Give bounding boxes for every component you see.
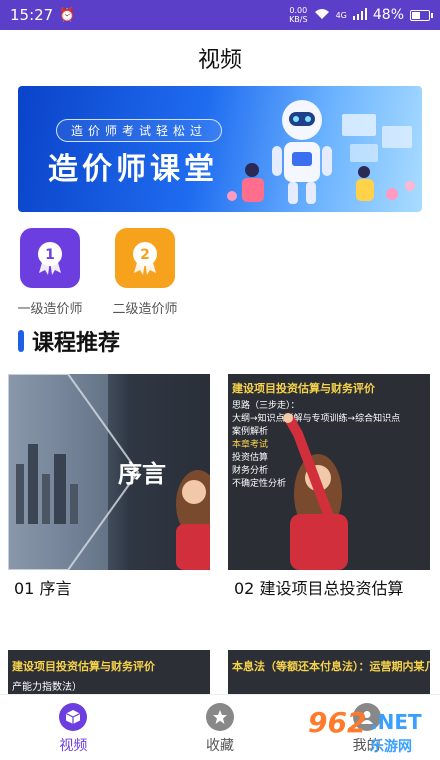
page-title: 视频 [197,48,242,73]
network-type: 4G [335,10,347,20]
tab-favorites[interactable]: 收藏 [147,695,294,760]
level2-badge-icon: 2 [115,228,175,288]
promo-banner[interactable]: 造价师考试轻松过 造价师课堂 [18,86,422,212]
level2-badge-number: 2 [140,247,150,263]
level1-badge-number: 1 [45,247,55,263]
net-speed-unit: KB/S [289,15,308,24]
course-title: 01 序言 [14,579,72,598]
category-level1-label: 一级造价师 [17,302,83,317]
tab-video[interactable]: 视频 [0,695,147,760]
battery-percent: 48% [372,7,404,23]
watermark-sub: 乐游网 [370,739,412,755]
alarm-icon: ⏰ [59,7,76,23]
watermark-number: 962 [308,706,367,739]
status-bar: 15:27 ⏰ 0.00 KB/S 4G 48% [0,0,440,30]
course-thumb-text: 序言 [118,460,166,488]
status-right: 0.00 KB/S 4G 48% [289,6,433,24]
course-card[interactable]: 序言 01 序言 [8,374,210,600]
level1-badge-icon: 1 [20,228,80,288]
section-title: 课程推荐 [32,331,121,356]
category-level2[interactable]: 2 二级造价师 [95,228,195,317]
section-accent-bar [18,330,24,352]
tab-video-label: 视频 [59,738,88,754]
thumb-line: 产能力指数法） [12,682,82,693]
section-header: 课程推荐 [18,325,120,357]
net-speed: 0.00 KB/S [289,6,308,24]
wifi-icon [314,8,330,23]
course-thumbnail-partial[interactable]: 建设项目投资估算与财务评价 产能力指数法） [8,650,210,694]
category-level1[interactable]: 1 一级造价师 [0,228,100,317]
course-thumbnail: 序言 [8,374,210,570]
banner-subtitle: 造价师考试轻松过 [56,119,223,142]
watermark-net: .NET [370,710,422,734]
course-card[interactable]: 建设项目投资估算与财务评价 思路（三步走）： 大纲→知识点详解与专项训练→综合知… [228,374,430,600]
cube-icon [59,703,88,731]
star-icon [206,703,234,731]
thumb-heading: 建设项目投资估算与财务评价 [12,660,155,673]
status-time: 15:27 [10,6,54,24]
category-level2-label: 二级造价师 [112,302,178,317]
site-watermark: 962 .NET 乐游网 [308,706,432,758]
net-speed-value: 0.00 [289,6,308,15]
thumb-heading: 本息法（等额还本付息法）：运营期内某几年 [232,660,430,673]
battery-icon [410,9,433,21]
course-thumbnail: 建设项目投资估算与财务评价 思路（三步走）： 大纲→知识点详解与专项训练→综合知… [228,374,430,570]
tab-favorites-label: 收藏 [206,738,234,754]
banner-title: 造价师课堂 [48,152,218,187]
course-thumbnail-partial[interactable]: 本息法（等额还本付息法）：运营期内某几年 [228,650,430,694]
course-title: 02 建设项目总投资估算 [234,579,404,598]
signal-icon [352,7,367,23]
robot-illustration [227,100,415,204]
